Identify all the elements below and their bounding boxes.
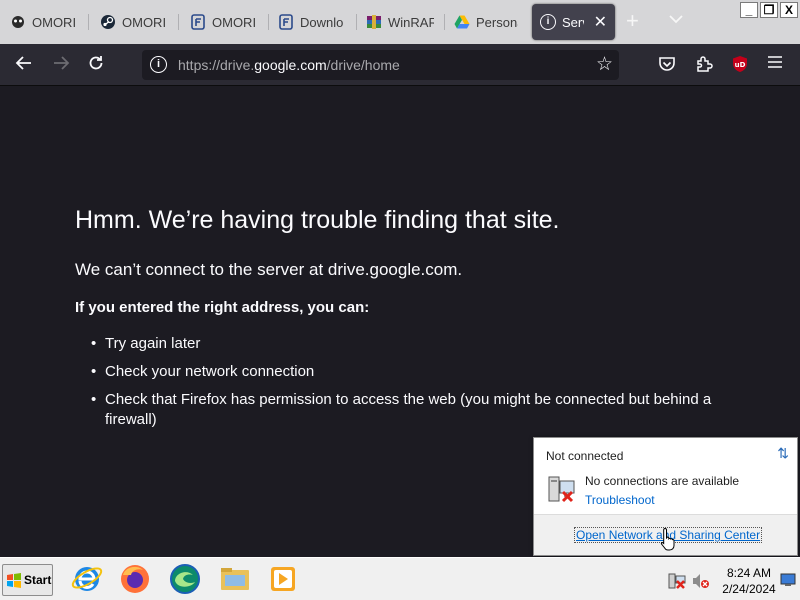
hand-cursor-icon	[660, 527, 675, 551]
reload-button[interactable]	[85, 54, 107, 76]
site-info-icon[interactable]: i	[150, 56, 167, 73]
start-label: Start	[24, 573, 52, 587]
list-all-tabs-button[interactable]	[669, 12, 683, 27]
tab-download[interactable]: Downlo	[270, 4, 354, 40]
svg-text:uD: uD	[735, 61, 746, 69]
media-player-icon[interactable]	[265, 561, 301, 597]
omori-icon	[12, 16, 24, 28]
list-item: Check your network connection	[91, 362, 721, 382]
tab-personal[interactable]: Persona	[446, 4, 526, 40]
restore-button[interactable]: ❐	[760, 2, 778, 18]
troubleshoot-link[interactable]: Troubleshoot	[585, 493, 655, 507]
tab-close-icon[interactable]: ✕	[594, 12, 607, 32]
puzzle-icon	[697, 56, 713, 72]
tab-title: Persona	[476, 14, 518, 30]
bookmark-star-icon[interactable]: ☆	[596, 53, 613, 76]
forward-arrow-icon	[54, 56, 70, 70]
info-icon: i	[540, 14, 556, 30]
taskbar: Start 8:24 AM 2/24/2024	[0, 557, 800, 600]
tab-title: Downlo	[300, 14, 344, 30]
no-network-computer-icon	[548, 476, 575, 503]
start-button[interactable]: Start	[2, 564, 53, 596]
tab-omori-1[interactable]: OMORI |	[2, 4, 86, 40]
tab-separator	[268, 14, 269, 30]
ublock-origin-icon: uD	[733, 56, 747, 72]
extensions-button[interactable]	[694, 55, 714, 75]
windows-logo-icon	[7, 573, 21, 588]
tab-strip: OMORI | OMORI OMORI Downlo WinRAR Person…	[0, 0, 800, 44]
url-text[interactable]: https://drive.google.com/drive/home	[178, 57, 400, 73]
url-bar[interactable]: i https://drive.google.com/drive/home ☆	[142, 50, 619, 80]
file-explorer-icon[interactable]	[217, 561, 253, 597]
pocket-button[interactable]	[657, 55, 677, 75]
error-title: Hmm. We’re having trouble finding that s…	[75, 206, 560, 234]
error-advice-list: Try again later Check your network conne…	[91, 334, 721, 438]
edge-icon[interactable]	[167, 561, 203, 597]
tab-title: OMORI	[212, 14, 257, 30]
chevron-down-icon	[669, 15, 683, 24]
tab-separator	[356, 14, 357, 30]
minimize-button[interactable]: _	[740, 2, 758, 18]
navigation-toolbar: i https://drive.google.com/drive/home ☆ …	[0, 44, 800, 86]
tab-title: Server	[562, 14, 584, 30]
tab-title: WinRAR	[388, 14, 434, 30]
no-connections-message: No connections are available	[585, 474, 740, 488]
tab-separator	[88, 14, 89, 30]
google-drive-icon	[454, 15, 470, 29]
window-controls: _ ❐ X	[740, 2, 798, 18]
volume-muted-icon[interactable]	[692, 573, 710, 589]
clock-date: 2/24/2024	[722, 582, 776, 596]
winrar-icon	[367, 15, 381, 29]
internet-explorer-icon[interactable]	[69, 561, 105, 597]
back-button[interactable]	[13, 54, 35, 76]
pocket-icon	[659, 57, 675, 71]
hamburger-menu-icon	[768, 56, 782, 68]
close-window-button[interactable]: X	[780, 2, 798, 18]
firefox-icon[interactable]	[117, 561, 153, 597]
tab-separator	[178, 14, 179, 30]
file-icon	[279, 14, 293, 30]
file-icon	[191, 14, 205, 30]
system-clock[interactable]: 8:24 AM 2/24/2024	[720, 565, 778, 597]
tab-title: OMORI	[122, 14, 167, 30]
tab-title: OMORI |	[32, 14, 78, 30]
new-tab-button[interactable]: +	[626, 10, 639, 32]
list-item: Check that Firefox has permission to acc…	[91, 390, 721, 430]
ublock-button[interactable]: uD	[730, 55, 750, 75]
tab-separator	[444, 14, 445, 30]
tab-server-active[interactable]: i Server ✕	[532, 4, 615, 40]
tab-winrar[interactable]: WinRAR	[358, 4, 442, 40]
network-disconnected-icon[interactable]	[668, 573, 686, 589]
forward-button[interactable]	[50, 54, 72, 76]
refresh-network-icon[interactable]: ⇅	[777, 445, 789, 462]
steam-icon	[101, 15, 115, 29]
error-advice-heading: If you entered the right address, you ca…	[75, 299, 370, 316]
network-status-header: Not connected	[546, 449, 624, 463]
reload-icon	[89, 56, 103, 70]
back-arrow-icon	[15, 56, 31, 70]
show-desktop-icon[interactable]	[780, 573, 796, 587]
menu-button[interactable]	[765, 55, 785, 75]
error-subtitle: We can’t connect to the server at drive.…	[75, 260, 463, 279]
list-item: Try again later	[91, 334, 721, 354]
tab-omori-2[interactable]: OMORI	[92, 4, 176, 40]
clock-time: 8:24 AM	[726, 566, 772, 580]
tab-omori-3[interactable]: OMORI	[182, 4, 266, 40]
